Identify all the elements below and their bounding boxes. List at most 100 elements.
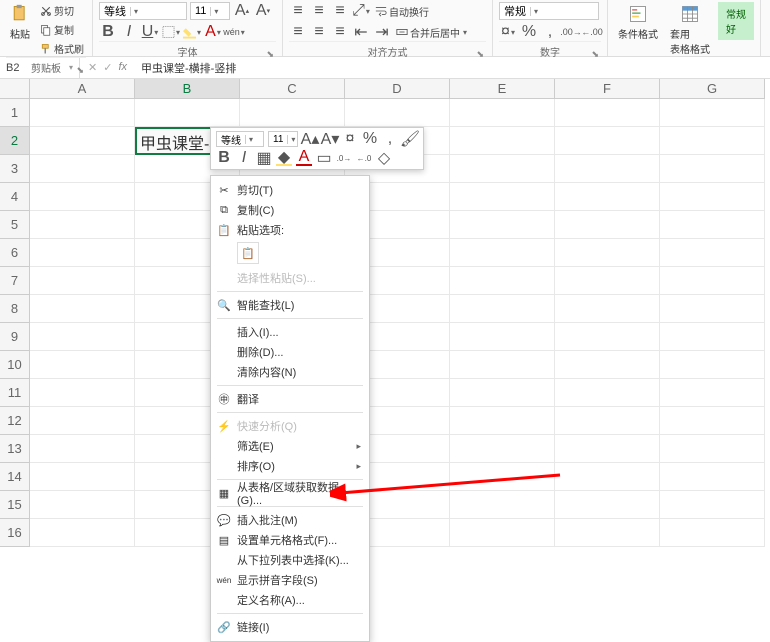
mini-percent-icon[interactable]: % bbox=[362, 131, 378, 147]
row-header[interactable]: 10 bbox=[0, 351, 30, 379]
mini-bold-icon[interactable]: B bbox=[216, 150, 232, 166]
cond-format-button[interactable]: 条件格式 bbox=[614, 2, 662, 43]
comma-icon[interactable]: , bbox=[541, 23, 559, 41]
row-header[interactable]: 15 bbox=[0, 491, 30, 519]
row-header[interactable]: 5 bbox=[0, 211, 30, 239]
table-format-button[interactable]: 套用 表格格式 bbox=[666, 2, 714, 58]
row-header[interactable]: 9 bbox=[0, 323, 30, 351]
ctx-translate[interactable]: ㊥翻译 bbox=[211, 389, 369, 409]
paste-default-icon[interactable]: 📋 bbox=[237, 242, 259, 264]
orientation-icon[interactable]: ⤢▾ bbox=[352, 2, 370, 20]
increase-indent-icon[interactable]: ⇥ bbox=[373, 23, 391, 41]
increase-font-icon[interactable]: A▴ bbox=[233, 2, 251, 20]
mini-font-combo[interactable]: 等线▾ bbox=[216, 131, 264, 147]
italic-icon[interactable]: I bbox=[120, 23, 138, 41]
currency-icon[interactable]: ¤▾ bbox=[499, 23, 517, 41]
merge-center-button[interactable]: 合并后居中▾ bbox=[394, 24, 469, 41]
col-header[interactable]: E bbox=[450, 79, 555, 99]
align-bottom-icon[interactable]: ≡ bbox=[331, 2, 349, 20]
mini-fmtpainter-icon[interactable]: 🖌 bbox=[402, 131, 418, 147]
wrap-text-button[interactable]: 自动换行 bbox=[373, 3, 431, 20]
align-right-icon[interactable]: ≡ bbox=[331, 23, 349, 41]
align-expand-icon[interactable]: ⬊ bbox=[476, 49, 484, 60]
border-icon[interactable]: ▾ bbox=[162, 23, 180, 41]
decrease-indent-icon[interactable]: ⇤ bbox=[352, 23, 370, 41]
align-top-icon[interactable]: ≡ bbox=[289, 2, 307, 20]
mini-decfont-icon[interactable]: A▾ bbox=[322, 131, 338, 147]
mini-incdec-icon[interactable]: ←.0 bbox=[356, 150, 372, 166]
fx-icon[interactable]: fx bbox=[118, 61, 127, 74]
row-header[interactable]: 7 bbox=[0, 267, 30, 295]
increase-decimal-icon[interactable]: .00→ bbox=[562, 23, 580, 41]
ctx-clear[interactable]: 清除内容(N) bbox=[211, 362, 369, 382]
mini-italic-icon[interactable]: I bbox=[236, 150, 252, 166]
col-header[interactable]: A bbox=[30, 79, 135, 99]
ctx-from-table[interactable]: ▦从表格/区域获取数据(G)... bbox=[211, 483, 369, 503]
mini-incfont-icon[interactable]: A▴ bbox=[302, 131, 318, 147]
cell-style-good[interactable]: 常规 好 bbox=[718, 2, 754, 40]
underline-icon[interactable]: U▾ bbox=[141, 23, 159, 41]
row-header[interactable]: 3 bbox=[0, 155, 30, 183]
ctx-delete[interactable]: 删除(D)... bbox=[211, 342, 369, 362]
mini-currency-icon[interactable]: ¤ bbox=[342, 131, 358, 147]
ctx-show-pinyin[interactable]: wén显示拼音字段(S) bbox=[211, 570, 369, 590]
col-header[interactable]: C bbox=[240, 79, 345, 99]
cut-button[interactable]: 剪切 bbox=[38, 2, 86, 19]
number-format-combo[interactable]: 常规▾ bbox=[499, 2, 599, 20]
decrease-decimal-icon[interactable]: ←.00 bbox=[583, 23, 601, 41]
row-header[interactable]: 8 bbox=[0, 295, 30, 323]
mini-border-icon[interactable]: ▦ bbox=[256, 150, 272, 166]
row-header[interactable]: 2 bbox=[0, 127, 30, 155]
mini-comma-icon[interactable]: , bbox=[382, 131, 398, 147]
cancel-fn-icon[interactable]: ✕ bbox=[88, 61, 97, 74]
mini-fill-icon[interactable]: ◆ bbox=[276, 150, 292, 166]
col-header[interactable]: D bbox=[345, 79, 450, 99]
mini-decdec-icon[interactable]: .0→ bbox=[336, 150, 352, 166]
col-header[interactable]: G bbox=[660, 79, 765, 99]
mini-merge-icon[interactable]: ▭ bbox=[316, 150, 332, 166]
clipboard-expand-icon[interactable]: ⬊ bbox=[76, 65, 84, 76]
confirm-fn-icon[interactable]: ✓ bbox=[103, 61, 112, 74]
col-header[interactable]: F bbox=[555, 79, 660, 99]
row-header[interactable]: 11 bbox=[0, 379, 30, 407]
ctx-copy[interactable]: ⧉复制(C) bbox=[211, 200, 369, 220]
ctx-smart-lookup[interactable]: 🔍智能查找(L) bbox=[211, 295, 369, 315]
ctx-format-cells[interactable]: ▤设置单元格格式(F)... bbox=[211, 530, 369, 550]
col-header[interactable]: B bbox=[135, 79, 240, 99]
row-header[interactable]: 6 bbox=[0, 239, 30, 267]
row-header[interactable]: 16 bbox=[0, 519, 30, 547]
row-header[interactable]: 14 bbox=[0, 463, 30, 491]
row-header[interactable]: 4 bbox=[0, 183, 30, 211]
align-middle-icon[interactable]: ≡ bbox=[310, 2, 328, 20]
ctx-cut[interactable]: ✂剪切(T) bbox=[211, 180, 369, 200]
paste-button[interactable]: 粘贴 bbox=[6, 2, 34, 43]
fill-color-icon[interactable]: ▾ bbox=[183, 23, 201, 41]
ctx-filter[interactable]: 筛选(E)▸ bbox=[211, 436, 369, 456]
font-size-combo[interactable]: 11▾ bbox=[190, 2, 230, 20]
percent-icon[interactable]: % bbox=[520, 23, 538, 41]
select-all-corner[interactable] bbox=[0, 79, 30, 99]
font-expand-icon[interactable]: ⬊ bbox=[266, 49, 274, 60]
mini-size-combo[interactable]: 11▾ bbox=[268, 131, 298, 147]
number-expand-icon[interactable]: ⬊ bbox=[591, 49, 599, 60]
formula-input[interactable]: 甲虫课堂-横排-竖排 bbox=[135, 60, 770, 76]
row-header[interactable]: 12 bbox=[0, 407, 30, 435]
font-name-combo[interactable]: 等线▾ bbox=[99, 2, 187, 20]
ctx-insert[interactable]: 插入(I)... bbox=[211, 322, 369, 342]
ctx-define-name[interactable]: 定义名称(A)... bbox=[211, 590, 369, 610]
row-header[interactable]: 1 bbox=[0, 99, 30, 127]
align-left-icon[interactable]: ≡ bbox=[289, 23, 307, 41]
decrease-font-icon[interactable]: A▾ bbox=[254, 2, 272, 20]
row-header[interactable]: 13 bbox=[0, 435, 30, 463]
ctx-pick-from-list[interactable]: 从下拉列表中选择(K)... bbox=[211, 550, 369, 570]
bold-icon[interactable]: B bbox=[99, 23, 117, 41]
font-color-icon[interactable]: A▾ bbox=[204, 23, 222, 41]
mini-fontcolor-icon[interactable]: A bbox=[296, 150, 312, 166]
ctx-insert-comment[interactable]: 💬插入批注(M) bbox=[211, 510, 369, 530]
mini-clear-icon[interactable]: ◇ bbox=[376, 150, 392, 166]
ctx-sort[interactable]: 排序(O)▸ bbox=[211, 456, 369, 476]
pinyin-icon[interactable]: wén▾ bbox=[225, 23, 243, 41]
copy-button[interactable]: 复制 bbox=[38, 21, 86, 38]
ctx-link[interactable]: 🔗链接(I) bbox=[211, 617, 369, 637]
align-center-icon[interactable]: ≡ bbox=[310, 23, 328, 41]
